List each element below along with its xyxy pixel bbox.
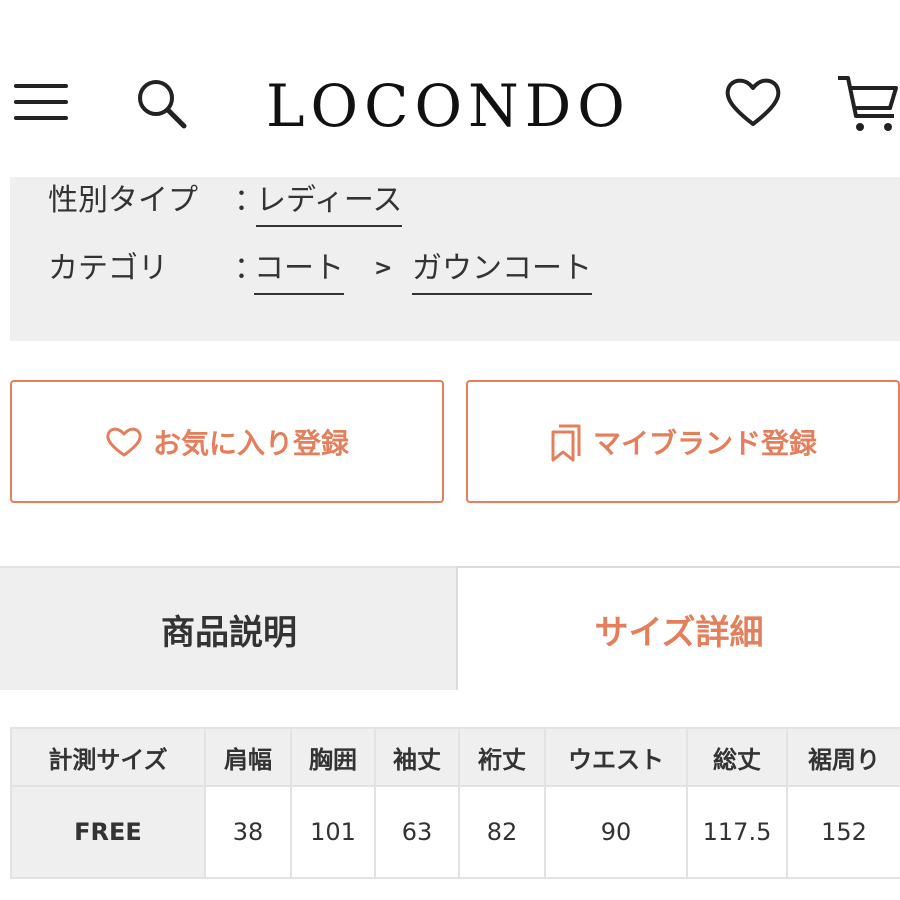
add-my-brand-label: マイブランド登録 [592,426,817,460]
product-info-panel: 性別タイプ ： レディース カテゴリ ： コート > ガウンコート [10,177,900,341]
gender-link[interactable]: レディース [256,179,403,227]
size-table-header: 肩幅 [204,727,292,787]
table-row: FREE 38 101 63 82 90 117.5 152 [10,785,900,879]
size-table-cell: 82 [458,785,546,879]
size-table-cell: 90 [544,785,688,879]
tab-size-details-label: サイズ詳細 [594,612,764,653]
size-table-header: 計測サイズ [10,727,206,787]
search-icon[interactable] [132,76,192,132]
heart-icon[interactable] [722,72,784,132]
cart-icon[interactable] [836,70,900,136]
breadcrumb-separator: > [374,256,393,281]
size-table-header: 裄丈 [458,727,546,787]
heart-outline-icon [106,427,142,456]
size-table-header-row: 計測サイズ 肩幅 胸囲 袖丈 裄丈 ウエスト 総丈 裾周り [10,727,900,787]
site-logo[interactable]: LOCONDO [266,66,646,146]
size-table-cell: 63 [374,785,460,879]
category-label: カテゴリ [48,251,168,286]
size-table: 計測サイズ 肩幅 胸囲 袖丈 裄丈 ウエスト 総丈 裾周り FREE 38 10… [10,727,900,879]
bookmark-brand-icon [551,424,581,461]
add-my-brand-button[interactable]: マイブランド登録 [466,380,900,503]
size-table-header: 裾周り [786,727,900,787]
size-table-header: 総丈 [686,727,788,787]
size-table-cell: FREE [10,785,206,879]
breadcrumb-link-coat[interactable]: コート [254,247,344,295]
breadcrumb-link-gown-coat[interactable]: ガウンコート [412,247,592,295]
tab-product-description[interactable]: 商品説明 [0,566,458,690]
hamburger-menu-icon[interactable] [14,80,70,124]
site-header: LOCONDO [0,0,900,175]
size-table-header: ウエスト [544,727,688,787]
size-table-cell: 152 [786,785,900,879]
size-table-header: 袖丈 [374,727,460,787]
size-table-cell: 117.5 [686,785,788,879]
size-table-cell: 38 [204,785,292,879]
size-table-cell: 101 [290,785,376,879]
tab-size-details[interactable]: サイズ詳細 [456,566,900,690]
add-favorite-label: お気に入り登録 [152,426,349,460]
gender-label: 性別タイプ [48,183,198,218]
size-table-header: 胸囲 [290,727,376,787]
tab-product-description-label: 商品説明 [161,612,297,653]
add-favorite-button[interactable]: お気に入り登録 [10,380,444,503]
